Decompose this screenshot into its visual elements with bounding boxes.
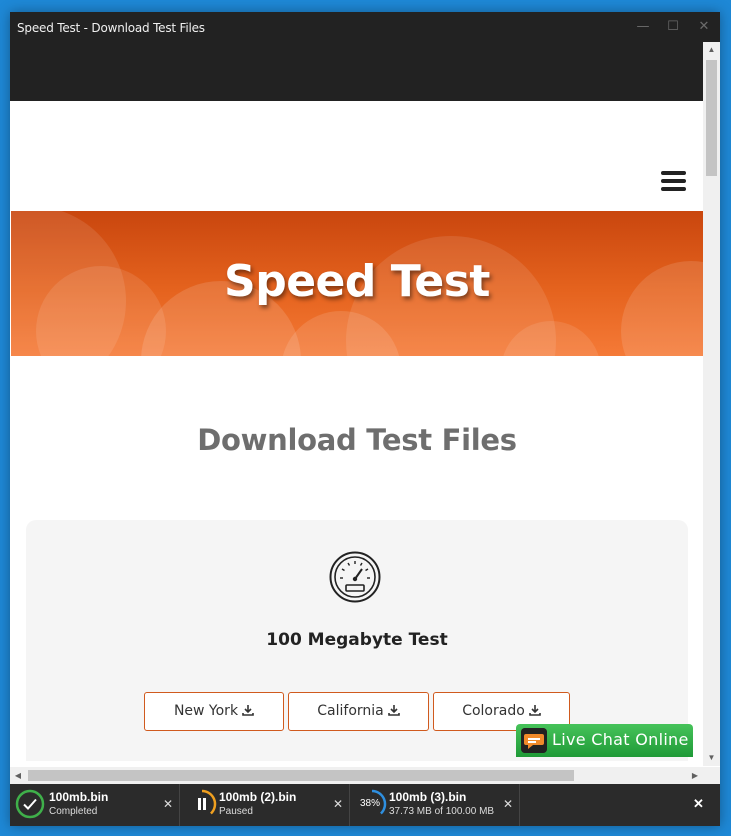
download-item-paused[interactable]: 100mb (2).bin Paused ✕ — [180, 784, 350, 826]
button-label: Colorado — [462, 703, 525, 719]
download-filename: 100mb.bin — [49, 790, 109, 804]
download-status: Paused — [219, 806, 253, 817]
scroll-right-arrow[interactable]: ▶ — [687, 767, 703, 784]
button-label: New York — [173, 703, 239, 719]
live-chat-label: Live Chat Online — [552, 730, 689, 749]
card-title: 100 Megabyte Test — [266, 630, 448, 650]
minimize-button[interactable]: — — [633, 18, 653, 36]
scroll-left-arrow[interactable]: ◀ — [10, 767, 26, 784]
speedometer-icon — [329, 551, 381, 603]
download-icon — [528, 705, 541, 716]
download-filename: 100mb (2).bin — [219, 790, 297, 804]
download-icon — [242, 705, 254, 716]
download-filename: 100mb (3).bin — [389, 790, 467, 804]
browser-window: Speed Test - Download Test Files — ☐ ✕ S… — [10, 12, 720, 826]
scrollbar-corner — [703, 767, 720, 784]
close-downloads-bar-icon[interactable]: ✕ — [693, 796, 704, 812]
downloads-bar: 100mb.bin Completed ✕ 100mb (2).bin Paus… — [10, 784, 720, 826]
vertical-scrollbar[interactable]: ▲ ▼ — [703, 42, 720, 766]
window-title: Speed Test - Download Test Files — [17, 21, 205, 35]
download-california-button[interactable]: California — [288, 692, 429, 731]
site-header — [11, 101, 703, 211]
button-label: California — [317, 703, 384, 719]
download-close-icon[interactable]: ✕ — [333, 797, 343, 811]
check-circle-icon — [15, 789, 45, 819]
download-item-completed[interactable]: 100mb.bin Completed ✕ — [10, 784, 180, 826]
download-new-york-button[interactable]: New York — [144, 692, 284, 731]
download-item-in-progress[interactable]: 38% 100mb (3).bin 37.73 MB of 100.00 MB … — [350, 784, 520, 826]
vertical-scroll-thumb[interactable] — [706, 60, 717, 176]
download-percent: 38% — [360, 798, 381, 809]
horizontal-scroll-thumb[interactable] — [28, 770, 574, 781]
live-chat-button[interactable]: Live Chat Online — [516, 724, 693, 757]
download-status: Completed — [49, 806, 98, 817]
download-status: 37.73 MB of 100.00 MB — [389, 806, 495, 817]
horizontal-scrollbar[interactable]: ◀ ▶ — [10, 767, 703, 784]
maximize-button[interactable]: ☐ — [663, 18, 683, 36]
close-button[interactable]: ✕ — [694, 18, 714, 36]
download-close-icon[interactable]: ✕ — [163, 797, 173, 811]
menu-icon[interactable] — [661, 171, 686, 193]
scroll-up-arrow[interactable]: ▲ — [703, 42, 720, 58]
chat-bubble-icon — [521, 728, 547, 753]
title-bar: Speed Test - Download Test Files — ☐ ✕ — [10, 12, 720, 101]
hero-title: Speed Test — [224, 256, 490, 307]
hero-banner: Speed Test — [11, 211, 703, 356]
download-close-icon[interactable]: ✕ — [503, 797, 513, 811]
page-viewport: Speed Test Download Test Files 100 Megab… — [11, 101, 703, 761]
section-title: Download Test Files — [197, 423, 517, 457]
scroll-down-arrow[interactable]: ▼ — [703, 750, 720, 766]
paused-progress-icon — [198, 789, 217, 815]
download-icon — [387, 705, 400, 716]
